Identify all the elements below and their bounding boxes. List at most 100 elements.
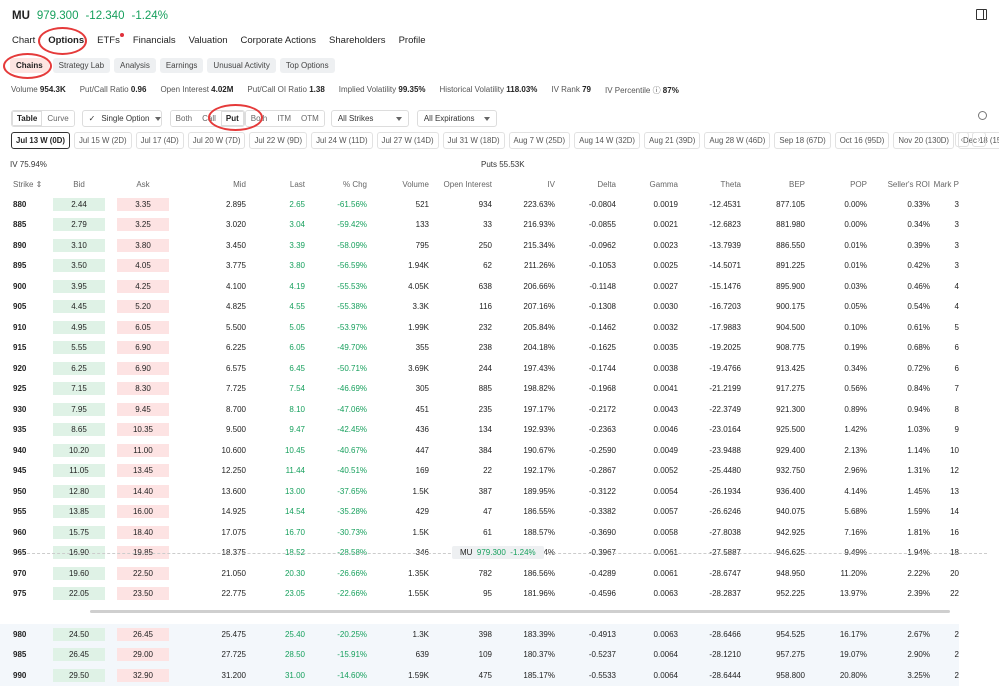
bid-cell[interactable]: 15.75: [47, 522, 111, 543]
tab-shareholders[interactable]: Shareholders: [329, 35, 386, 46]
bid-cell[interactable]: 11.05: [47, 461, 111, 482]
ask-cell[interactable]: 26.45: [111, 624, 175, 645]
bid-cell[interactable]: 24.50: [47, 624, 111, 645]
view-table-button[interactable]: Table: [12, 111, 43, 126]
table-row[interactable]: 950 12.80 14.40 13.600 13.00 -37.65% 1.5K 387 18…: [0, 481, 959, 502]
bid-cell[interactable]: 10.20: [47, 440, 111, 461]
table-row[interactable]: 905 4.45 5.20 4.825 4.55 -55.38% 3.3K 116 207.16…: [0, 297, 959, 318]
bid-cell[interactable]: 3.10: [47, 235, 111, 256]
subtab-top-options[interactable]: Top Options: [279, 58, 335, 73]
column-header[interactable]: POP: [805, 174, 867, 194]
ask-cell[interactable]: 29.00: [111, 645, 175, 666]
column-header[interactable]: Bid: [47, 174, 111, 194]
bid-cell[interactable]: 3.50: [47, 256, 111, 277]
ask-cell[interactable]: 8.30: [111, 379, 175, 400]
expiry-tab[interactable]: Nov 20 (130D): [893, 132, 955, 149]
money-itm-button[interactable]: ITM: [272, 111, 297, 126]
subtab-analysis[interactable]: Analysis: [114, 58, 156, 73]
bid-cell[interactable]: 5.55: [47, 338, 111, 359]
column-header[interactable]: Theta: [678, 174, 741, 194]
expiry-tab[interactable]: Oct 16 (95D): [834, 132, 890, 149]
side-put-button[interactable]: Put: [220, 111, 244, 126]
column-header[interactable]: Gamma: [616, 174, 678, 194]
tab-valuation[interactable]: Valuation: [189, 35, 228, 46]
ask-cell[interactable]: 22.50: [111, 563, 175, 584]
expiry-tab[interactable]: Aug 21 (39D): [644, 132, 701, 149]
table-row[interactable]: 880 2.44 3.35 2.895 2.65 -61.56% 521 934 223.63%…: [0, 194, 959, 215]
strikes-select[interactable]: All Strikes: [330, 110, 409, 127]
money-otm-button[interactable]: OTM: [296, 111, 324, 126]
column-header[interactable]: Ask: [111, 174, 175, 194]
expiry-tab[interactable]: Jul 20 W (7D): [187, 132, 246, 149]
column-header[interactable]: Strike ⇕: [0, 174, 47, 194]
table-row[interactable]: 895 3.50 4.05 3.775 3.80 -56.59% 1.94K 62 211.26…: [0, 256, 959, 277]
ask-cell[interactable]: 6.05: [111, 317, 175, 338]
bid-cell[interactable]: 4.45: [47, 297, 111, 318]
column-header[interactable]: Mark P: [930, 174, 959, 194]
money-both-button[interactable]: Both: [245, 111, 273, 126]
column-header[interactable]: % Chg: [305, 174, 367, 194]
bid-cell[interactable]: 2.79: [47, 215, 111, 236]
expiry-tab[interactable]: Sep 18 (67D): [774, 132, 831, 149]
table-row[interactable]: 885 2.79 3.25 3.020 3.04 -59.42% 133 33 216.93% -…: [0, 215, 959, 236]
ask-cell[interactable]: 9.45: [111, 399, 175, 420]
expiry-tab[interactable]: Jul 15 W (2D): [73, 132, 132, 149]
ask-cell[interactable]: 4.05: [111, 256, 175, 277]
bid-cell[interactable]: 8.65: [47, 420, 111, 441]
chevron-right-icon[interactable]: ›: [972, 132, 986, 147]
bid-cell[interactable]: 3.95: [47, 276, 111, 297]
bid-cell[interactable]: 29.50: [47, 665, 111, 686]
column-header[interactable]: Seller's ROI: [867, 174, 930, 194]
ask-cell[interactable]: 6.90: [111, 358, 175, 379]
column-header[interactable]: Volume: [367, 174, 429, 194]
expiry-tab[interactable]: Jul 27 W (14D): [376, 132, 439, 149]
expiry-tab[interactable]: Jul 17 (4D): [135, 132, 184, 149]
table-row[interactable]: 900 3.95 4.25 4.100 4.19 -55.53% 4.05K 638 206.6…: [0, 276, 959, 297]
table-row[interactable]: 935 8.65 10.35 9.500 9.47 -42.45% 436 134 192.93…: [0, 420, 959, 441]
horizontal-scrollbar[interactable]: [90, 610, 950, 613]
table-row[interactable]: 920 6.25 6.90 6.575 6.45 -50.71% 3.69K 244 197.4…: [0, 358, 959, 379]
column-header[interactable]: Delta: [555, 174, 616, 194]
expirations-select[interactable]: All Expirations: [416, 110, 497, 127]
tab-financials[interactable]: Financials: [133, 35, 176, 46]
tab-etfs[interactable]: ETFs: [97, 33, 124, 46]
table-row[interactable]: 955 13.85 16.00 14.925 14.54 -35.28% 429 47 186.…: [0, 502, 959, 523]
ask-cell[interactable]: 3.35: [111, 194, 175, 215]
table-row[interactable]: 990 29.50 32.90 31.200 31.00 -14.60% 1.59K 475 1…: [0, 665, 959, 686]
expiry-tab[interactable]: Jul 24 W (11D): [311, 132, 373, 149]
ask-cell[interactable]: 13.45: [111, 461, 175, 482]
expiry-tab[interactable]: Jul 31 W (18D): [442, 132, 505, 149]
bid-cell[interactable]: 26.45: [47, 645, 111, 666]
bid-cell[interactable]: 6.25: [47, 358, 111, 379]
subtab-strategy-lab[interactable]: Strategy Lab: [52, 58, 111, 73]
column-header[interactable]: Last: [246, 174, 305, 194]
ask-cell[interactable]: 3.80: [111, 235, 175, 256]
tab-options[interactable]: Options: [48, 35, 84, 46]
expiry-tab[interactable]: Aug 14 W (32D): [574, 132, 641, 149]
bid-cell[interactable]: 7.15: [47, 379, 111, 400]
table-row[interactable]: 980 24.50 26.45 25.475 25.40 -20.25% 1.3K 398 18…: [0, 624, 959, 645]
column-header[interactable]: Mid: [175, 174, 246, 194]
collapse-panel-icon[interactable]: [976, 9, 987, 20]
ask-cell[interactable]: 3.25: [111, 215, 175, 236]
ask-cell[interactable]: 32.90: [111, 665, 175, 686]
expiry-tab[interactable]: Jul 13 W (0D): [11, 132, 70, 149]
ask-cell[interactable]: 16.00: [111, 502, 175, 523]
table-row[interactable]: 930 7.95 9.45 8.700 8.10 -47.06% 451 235 197.17%…: [0, 399, 959, 420]
side-call-button[interactable]: Call: [197, 111, 221, 126]
table-row[interactable]: 910 4.95 6.05 5.500 5.05 -53.97% 1.99K 232 205.8…: [0, 317, 959, 338]
tab-chart[interactable]: Chart: [12, 35, 35, 46]
ask-cell[interactable]: 11.00: [111, 440, 175, 461]
bid-cell[interactable]: 7.95: [47, 399, 111, 420]
table-row[interactable]: 925 7.15 8.30 7.725 7.54 -46.69% 305 885 198.82%…: [0, 379, 959, 400]
bid-cell[interactable]: 2.44: [47, 194, 111, 215]
column-header[interactable]: IV: [492, 174, 555, 194]
table-row[interactable]: 970 19.60 22.50 21.050 20.30 -26.66% 1.35K 782 1…: [0, 563, 959, 584]
tab-corporate-actions[interactable]: Corporate Actions: [241, 35, 317, 46]
side-both-button[interactable]: Both: [170, 111, 198, 126]
subtab-earnings[interactable]: Earnings: [159, 58, 204, 73]
chevron-left-icon[interactable]: ‹: [955, 132, 969, 147]
tab-profile[interactable]: Profile: [399, 35, 426, 46]
ask-cell[interactable]: 18.40: [111, 522, 175, 543]
ask-cell[interactable]: 6.90: [111, 338, 175, 359]
